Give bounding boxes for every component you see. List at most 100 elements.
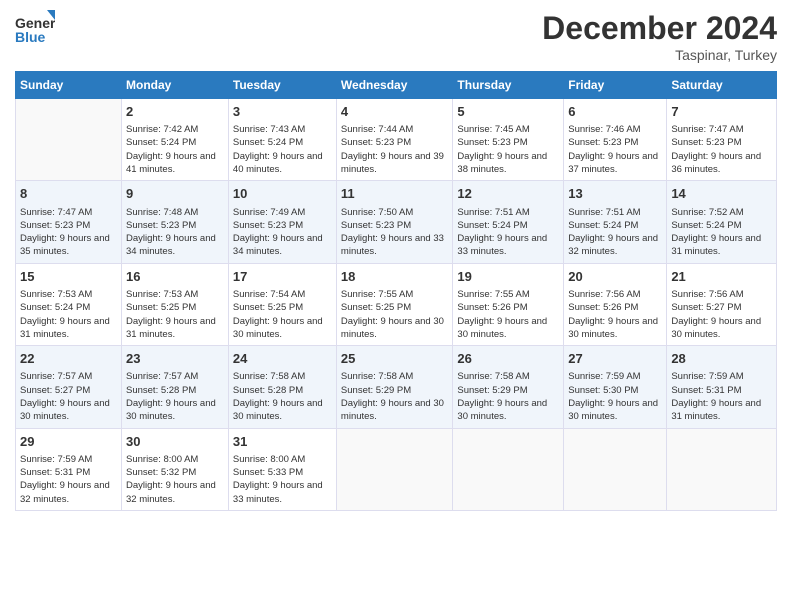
sunset-text: Sunset: 5:24 PM — [126, 136, 224, 149]
day-number: 6 — [568, 103, 662, 121]
sunrise-text: Sunrise: 7:57 AM — [126, 370, 224, 383]
daylight-text: Daylight: 9 hours and 30 minutes. — [233, 397, 332, 424]
day-number: 8 — [20, 185, 117, 203]
table-row — [453, 428, 564, 510]
daylight-text: Daylight: 9 hours and 31 minutes. — [126, 315, 224, 342]
table-row — [564, 428, 667, 510]
day-number: 22 — [20, 350, 117, 368]
daylight-text: Daylight: 9 hours and 31 minutes. — [671, 232, 772, 259]
sunset-text: Sunset: 5:32 PM — [126, 466, 224, 479]
sunset-text: Sunset: 5:25 PM — [341, 301, 448, 314]
table-row: 6 Sunrise: 7:46 AMSunset: 5:23 PMDaylight… — [564, 99, 667, 181]
daylight-text: Daylight: 9 hours and 36 minutes. — [671, 150, 772, 177]
daylight-text: Daylight: 9 hours and 37 minutes. — [568, 150, 662, 177]
col-monday: Monday — [122, 72, 229, 99]
table-row: 11Sunrise: 7:50 AMSunset: 5:23 PMDayligh… — [336, 181, 452, 263]
daylight-text: Daylight: 9 hours and 32 minutes. — [568, 232, 662, 259]
table-row: 30Sunrise: 8:00 AMSunset: 5:32 PMDayligh… — [122, 428, 229, 510]
sunrise-text: Sunrise: 7:52 AM — [671, 206, 772, 219]
sunset-text: Sunset: 5:23 PM — [20, 219, 117, 232]
sunrise-text: Sunrise: 7:53 AM — [20, 288, 117, 301]
calendar-row: 2Sunrise: 7:42 AMSunset: 5:24 PMDaylight… — [16, 99, 777, 181]
sunset-text: Sunset: 5:23 PM — [457, 136, 559, 149]
sunrise-text: Sunrise: 7:55 AM — [341, 288, 448, 301]
sunset-text: Sunset: 5:23 PM — [233, 219, 332, 232]
calendar-table: Sunday Monday Tuesday Wednesday Thursday… — [15, 71, 777, 511]
logo-svg: General Blue — [15, 10, 55, 46]
day-number: 29 — [20, 433, 117, 451]
table-row: 12Sunrise: 7:51 AMSunset: 5:24 PMDayligh… — [453, 181, 564, 263]
sunset-text: Sunset: 5:23 PM — [568, 136, 662, 149]
header-row: Sunday Monday Tuesday Wednesday Thursday… — [16, 72, 777, 99]
day-number: 7 — [671, 103, 772, 121]
sunset-text: Sunset: 5:33 PM — [233, 466, 332, 479]
daylight-text: Daylight: 9 hours and 30 minutes. — [341, 397, 448, 424]
sunset-text: Sunset: 5:26 PM — [457, 301, 559, 314]
logo: General Blue — [15, 10, 55, 46]
table-row: 16Sunrise: 7:53 AMSunset: 5:25 PMDayligh… — [122, 263, 229, 345]
col-sunday: Sunday — [16, 72, 122, 99]
daylight-text: Daylight: 9 hours and 30 minutes. — [341, 315, 448, 342]
day-number: 11 — [341, 185, 448, 203]
calendar-row: 8Sunrise: 7:47 AMSunset: 5:23 PMDaylight… — [16, 181, 777, 263]
day-number: 26 — [457, 350, 559, 368]
calendar-container: General Blue December 2024 Taspinar, Tur… — [0, 0, 792, 521]
daylight-text: Daylight: 9 hours and 30 minutes. — [568, 315, 662, 342]
svg-text:Blue: Blue — [15, 29, 46, 45]
table-row: 28Sunrise: 7:59 AMSunset: 5:31 PMDayligh… — [667, 346, 777, 428]
day-number: 12 — [457, 185, 559, 203]
sunrise-text: Sunrise: 7:51 AM — [568, 206, 662, 219]
sunrise-text: Sunrise: 7:54 AM — [233, 288, 332, 301]
day-number: 9 — [126, 185, 224, 203]
table-row: 21Sunrise: 7:56 AMSunset: 5:27 PMDayligh… — [667, 263, 777, 345]
day-number: 25 — [341, 350, 448, 368]
table-row: 3Sunrise: 7:43 AMSunset: 5:24 PMDaylight… — [228, 99, 336, 181]
sunrise-text: Sunrise: 7:57 AM — [20, 370, 117, 383]
sunrise-text: Sunrise: 8:00 AM — [233, 453, 332, 466]
daylight-text: Daylight: 9 hours and 34 minutes. — [126, 232, 224, 259]
sunrise-text: Sunrise: 8:00 AM — [126, 453, 224, 466]
table-row: 24Sunrise: 7:58 AMSunset: 5:28 PMDayligh… — [228, 346, 336, 428]
sunrise-text: Sunrise: 7:47 AM — [20, 206, 117, 219]
sunset-text: Sunset: 5:24 PM — [20, 301, 117, 314]
sunrise-text: Sunrise: 7:43 AM — [233, 123, 332, 136]
table-row: 31Sunrise: 8:00 AMSunset: 5:33 PMDayligh… — [228, 428, 336, 510]
sunset-text: Sunset: 5:24 PM — [568, 219, 662, 232]
sunrise-text: Sunrise: 7:58 AM — [457, 370, 559, 383]
day-number: 16 — [126, 268, 224, 286]
sunrise-text: Sunrise: 7:55 AM — [457, 288, 559, 301]
col-wednesday: Wednesday — [336, 72, 452, 99]
table-row: 14Sunrise: 7:52 AMSunset: 5:24 PMDayligh… — [667, 181, 777, 263]
table-row: 25Sunrise: 7:58 AMSunset: 5:29 PMDayligh… — [336, 346, 452, 428]
col-friday: Friday — [564, 72, 667, 99]
sunrise-text: Sunrise: 7:46 AM — [568, 123, 662, 136]
sunset-text: Sunset: 5:31 PM — [20, 466, 117, 479]
sunset-text: Sunset: 5:28 PM — [126, 384, 224, 397]
daylight-text: Daylight: 9 hours and 30 minutes. — [568, 397, 662, 424]
sunset-text: Sunset: 5:28 PM — [233, 384, 332, 397]
table-row — [336, 428, 452, 510]
sunrise-text: Sunrise: 7:51 AM — [457, 206, 559, 219]
sunrise-text: Sunrise: 7:45 AM — [457, 123, 559, 136]
daylight-text: Daylight: 9 hours and 31 minutes. — [671, 397, 772, 424]
sunrise-text: Sunrise: 7:44 AM — [341, 123, 448, 136]
daylight-text: Daylight: 9 hours and 35 minutes. — [20, 232, 117, 259]
month-title: December 2024 — [542, 10, 777, 47]
title-area: December 2024 Taspinar, Turkey — [542, 10, 777, 63]
table-row: 10Sunrise: 7:49 AMSunset: 5:23 PMDayligh… — [228, 181, 336, 263]
sunset-text: Sunset: 5:31 PM — [671, 384, 772, 397]
sunrise-text: Sunrise: 7:53 AM — [126, 288, 224, 301]
day-number: 31 — [233, 433, 332, 451]
col-saturday: Saturday — [667, 72, 777, 99]
table-row: 27Sunrise: 7:59 AMSunset: 5:30 PMDayligh… — [564, 346, 667, 428]
day-number: 10 — [233, 185, 332, 203]
calendar-row: 29Sunrise: 7:59 AMSunset: 5:31 PMDayligh… — [16, 428, 777, 510]
sunset-text: Sunset: 5:23 PM — [671, 136, 772, 149]
sunset-text: Sunset: 5:23 PM — [341, 219, 448, 232]
sunrise-text: Sunrise: 7:56 AM — [671, 288, 772, 301]
daylight-text: Daylight: 9 hours and 30 minutes. — [671, 315, 772, 342]
col-thursday: Thursday — [453, 72, 564, 99]
table-row: 4Sunrise: 7:44 AMSunset: 5:23 PMDaylight… — [336, 99, 452, 181]
table-row: 20Sunrise: 7:56 AMSunset: 5:26 PMDayligh… — [564, 263, 667, 345]
table-row: 7Sunrise: 7:47 AMSunset: 5:23 PMDaylight… — [667, 99, 777, 181]
